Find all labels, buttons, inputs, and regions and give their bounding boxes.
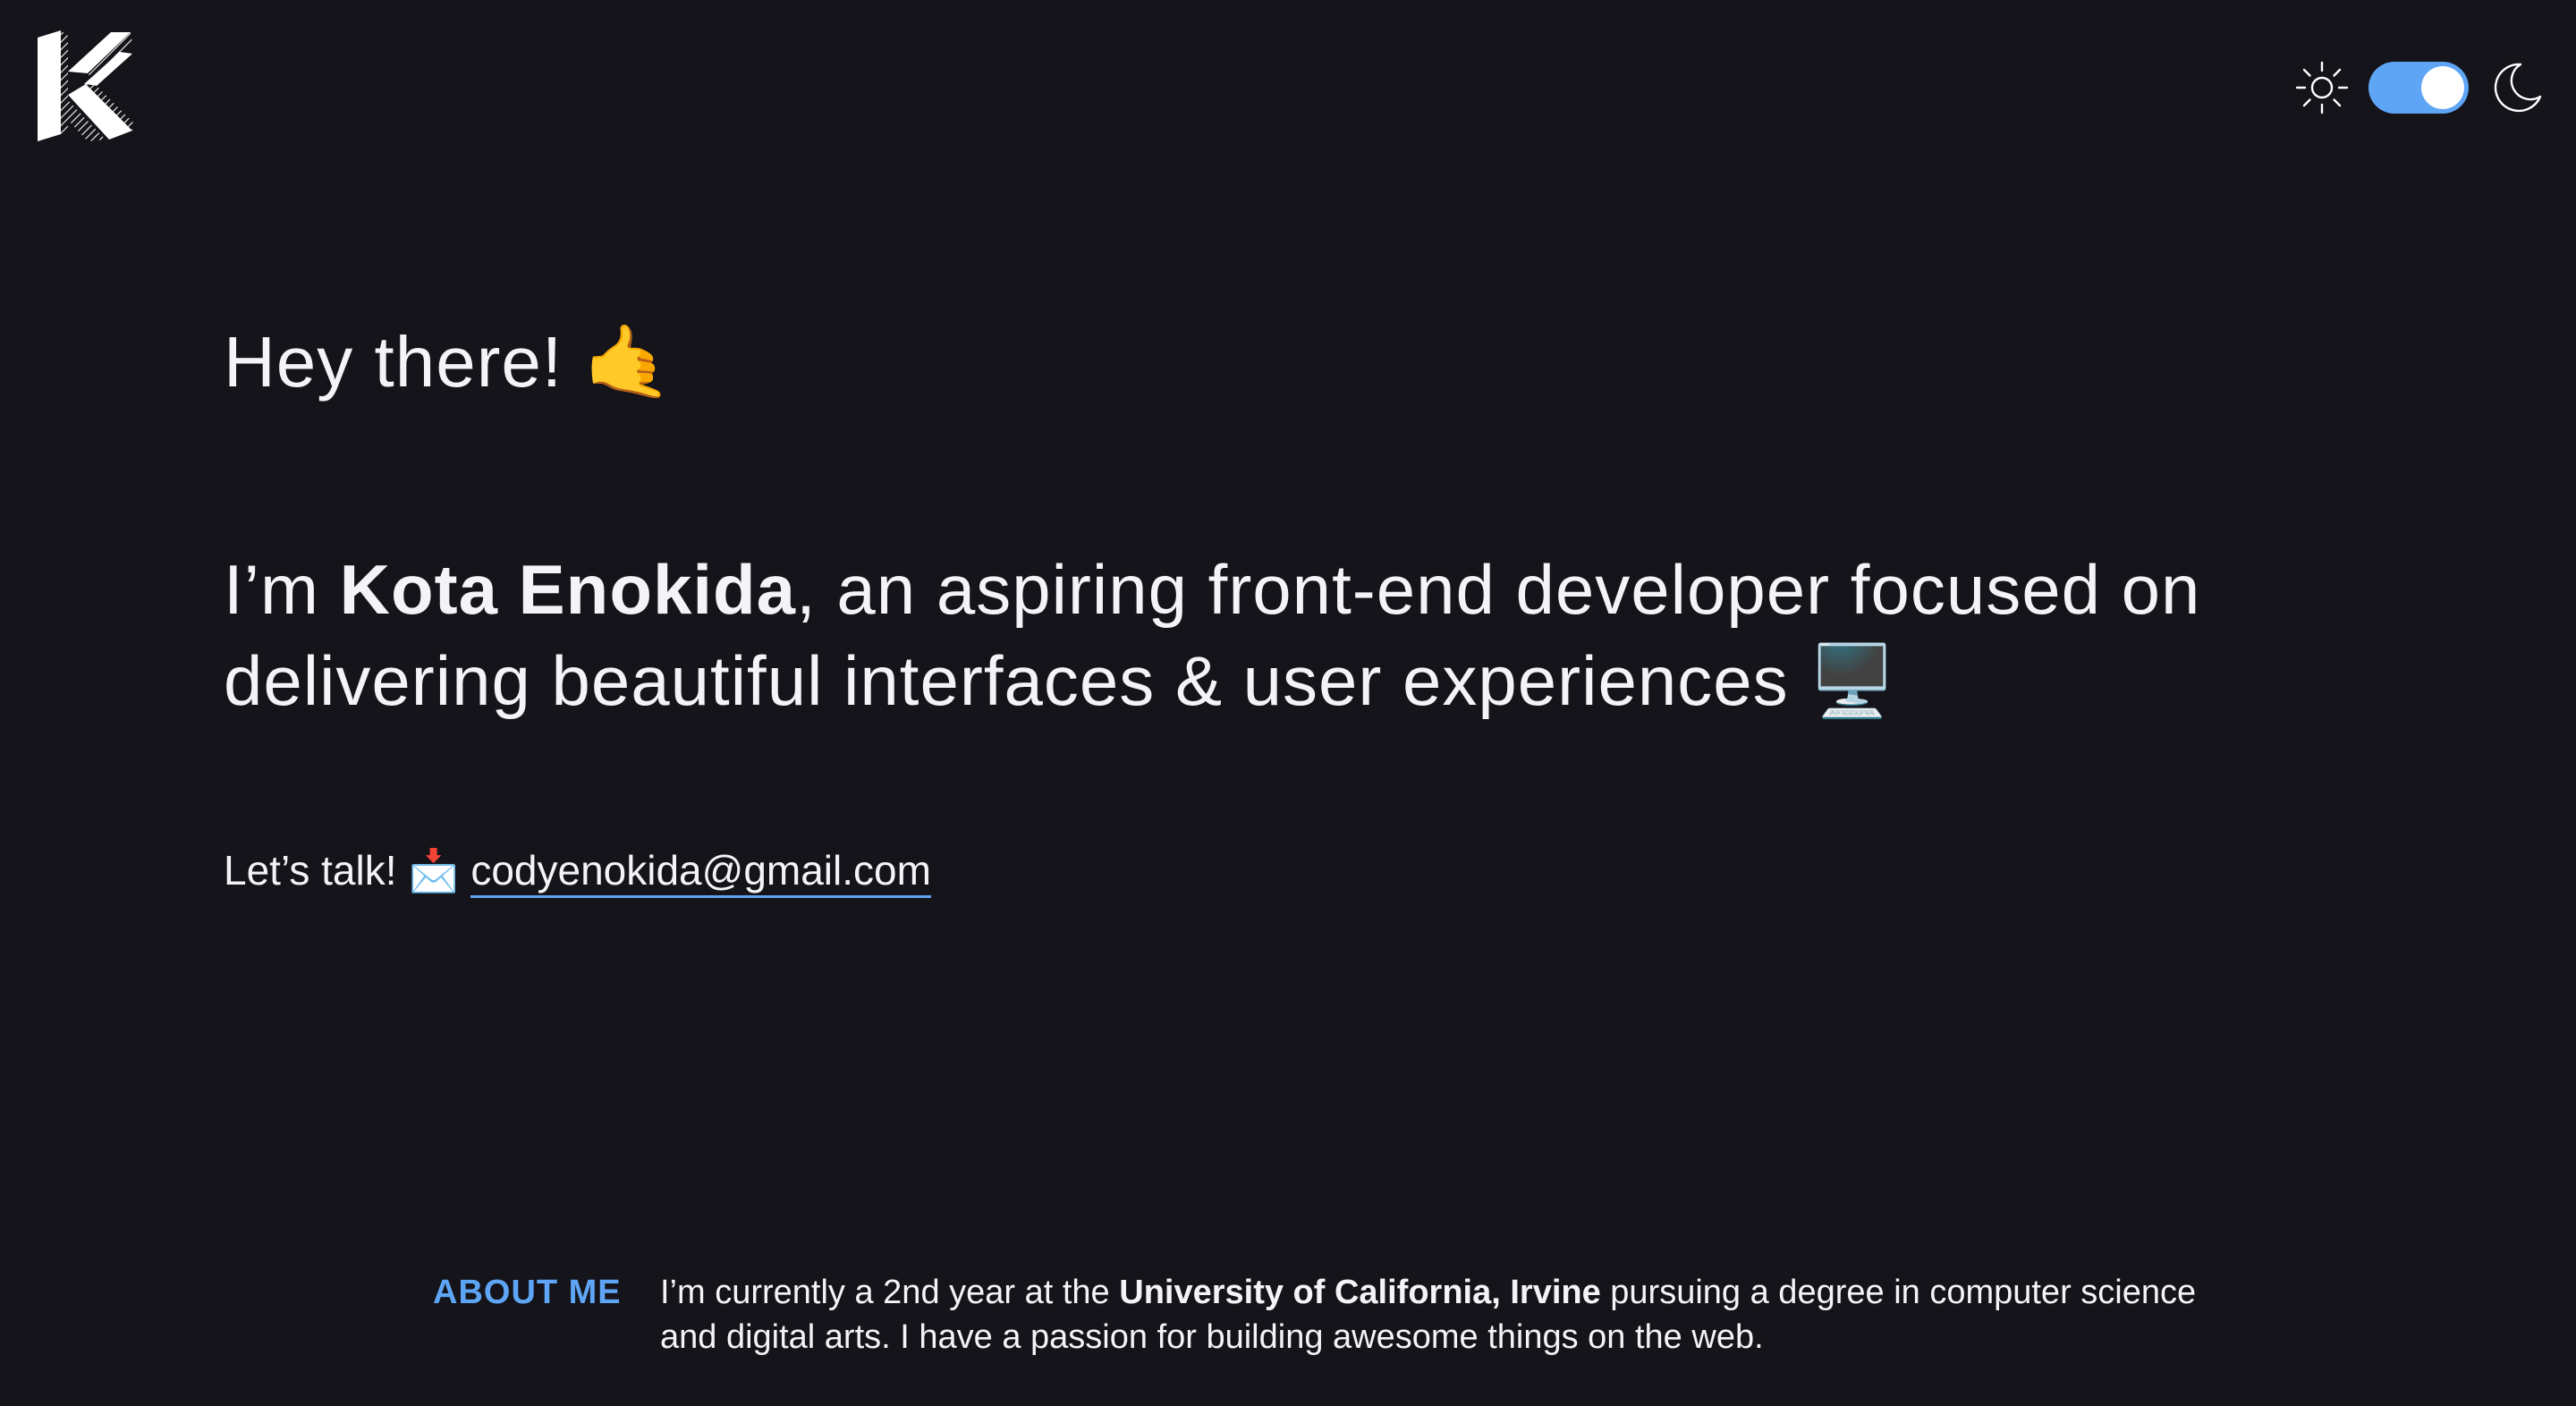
- intro-paragraph: I’m Kota Enokida, an aspiring front-end …: [224, 544, 2460, 727]
- theme-toggle: [2293, 55, 2544, 120]
- contact-prefix: Let’s talk!: [224, 847, 397, 894]
- sun-icon[interactable]: [2293, 59, 2351, 116]
- email-link[interactable]: codyenokida@gmail.com: [470, 847, 931, 898]
- page: Hey there! 🤙 I’m Kota Enokida, an aspiri…: [0, 0, 2576, 1406]
- contact-line: Let’s talk! 📩 codyenokida@gmail.com: [224, 846, 931, 898]
- about-text-prefix: I’m currently a 2nd year at the: [660, 1274, 1120, 1311]
- about-me-label: ABOUT ME: [433, 1274, 622, 1311]
- call-me-hand-icon: 🤙: [583, 320, 674, 403]
- theme-switch[interactable]: [2368, 62, 2469, 114]
- desktop-computer-icon: 🖥️: [1809, 641, 1897, 722]
- moon-icon[interactable]: [2487, 59, 2544, 116]
- university-name: University of California, Irvine: [1119, 1274, 1601, 1311]
- about-me-text: I’m currently a 2nd year at the Universi…: [660, 1270, 2199, 1359]
- intro-name: Kota Enokida: [339, 550, 797, 629]
- envelope-icon: 📩: [408, 846, 460, 894]
- intro-prefix: I’m: [224, 550, 340, 629]
- kk-monogram-logo-icon[interactable]: [34, 30, 134, 141]
- greeting-heading: Hey there! 🤙: [224, 320, 674, 404]
- greeting-text: Hey there!: [224, 322, 564, 402]
- switch-knob: [2421, 66, 2464, 109]
